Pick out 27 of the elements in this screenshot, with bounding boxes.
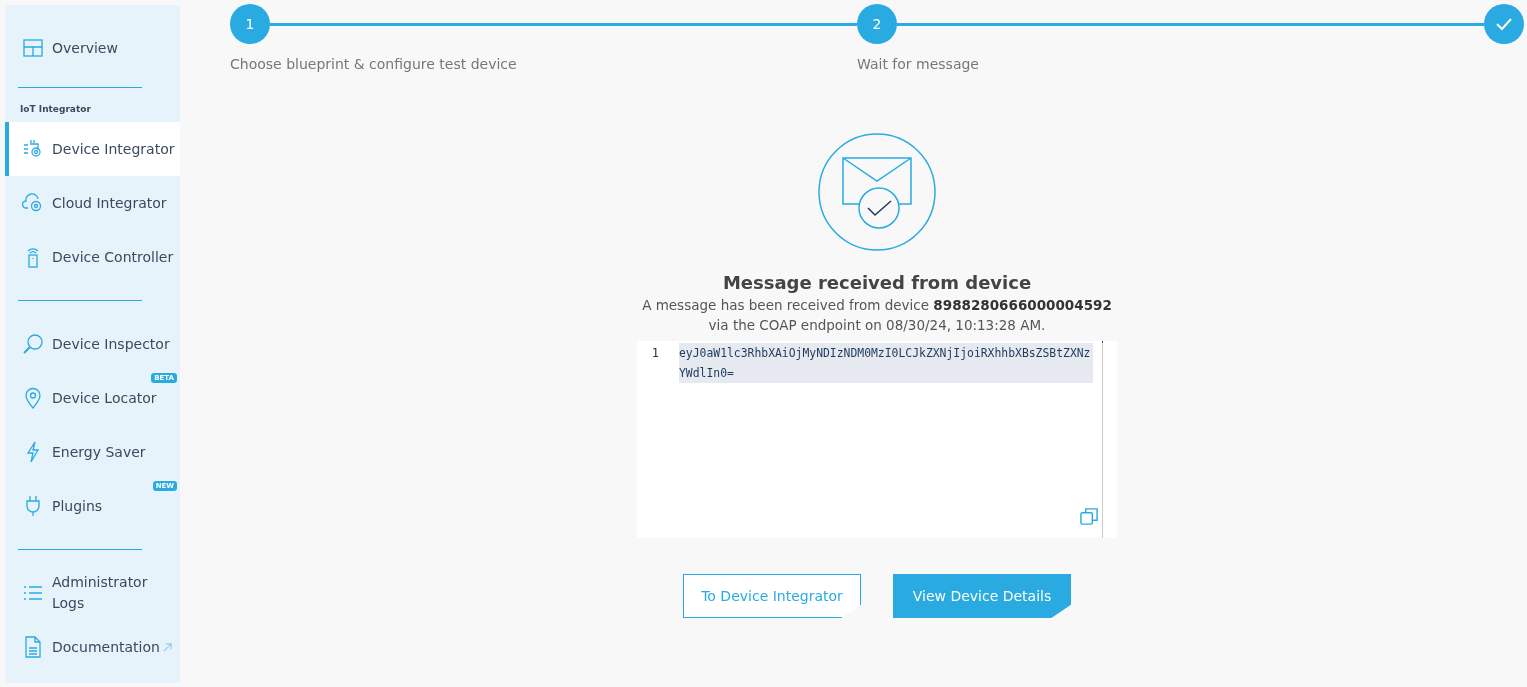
scrollbar[interactable] (1102, 341, 1103, 538)
step-label: Wait for message (857, 56, 980, 72)
sidebar-item[interactable]: Energy Saver (5, 425, 180, 479)
sidebar-item[interactable]: Device Controller (5, 230, 180, 284)
document-icon (22, 636, 44, 658)
cloud-gear-icon (22, 192, 44, 214)
result-message: A message has been received from device 8988280666000004592 (642, 297, 1112, 313)
sidebar-item[interactable]: Overview (5, 25, 180, 71)
sidebar-item[interactable]: Device Inspector (5, 317, 180, 371)
code-editor[interactable]: 1 eyJ0aW1lc3RhbXAiOjMyNDIzNDM0MzI0LCJkZXNjIjoiRXhhbXBsZSBtZXNzYWdlIn0= (637, 341, 1117, 538)
sidebar-item[interactable]: Documentation (5, 620, 180, 674)
result-title: Message received from device (722, 272, 1032, 293)
sidebar-item[interactable]: Administrator Logs (5, 566, 180, 620)
line-number: 1 (650, 345, 659, 362)
sidebar-item[interactable]: Cloud Integrator (5, 176, 180, 230)
step-number: 2 (857, 4, 897, 44)
step-label: Choose blueprint & configure test device (230, 56, 518, 72)
result-message: via the COAP endpoint on 08/30/24, 10:13:28 AM. (708, 317, 1046, 333)
envelope-check-icon (817, 132, 937, 252)
search-icon (22, 333, 44, 355)
pin-icon (22, 387, 44, 409)
layout-icon (22, 37, 44, 59)
section-heading: IoT Integrator (19, 104, 92, 116)
copy-icon[interactable] (1080, 507, 1099, 526)
gear-icon (22, 138, 44, 160)
step-number: 1 (230, 4, 270, 44)
sidebar-item[interactable]: Device Integrator (5, 122, 180, 176)
